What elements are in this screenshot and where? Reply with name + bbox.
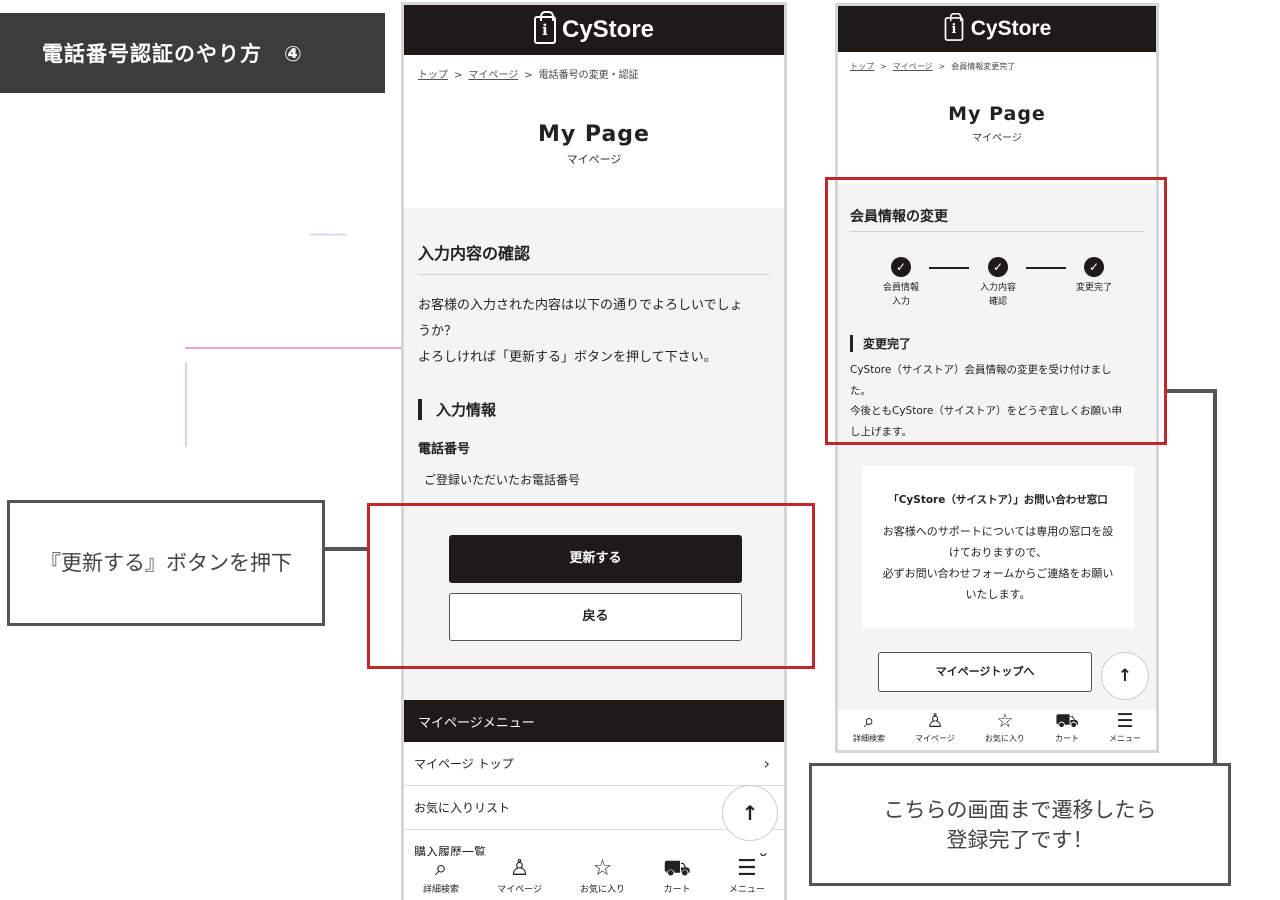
mypage-subheading: マイページ	[972, 133, 1022, 144]
tab-favorites[interactable]: ☆ お気に入り	[580, 856, 625, 900]
cart-icon: ⛟	[663, 856, 691, 881]
confirm-message: お客様の入力された内容は以下の通りでよろしいでしょ うか？ よろしければ「更新す…	[404, 293, 784, 371]
contact-title: 「CyStore（サイストア）」お問い合わせ窓口	[888, 494, 1108, 506]
menu-icon: ☰	[737, 856, 757, 881]
breadcrumb-top[interactable]: トップ	[418, 70, 448, 81]
callout-press-update: 『更新する』ボタンを押下	[7, 500, 325, 626]
background-ghost-text: ━━━━━━	[310, 230, 347, 241]
mypage-menu-header: マイページメニュー	[404, 700, 784, 742]
menu-item-label: マイページ トップ	[414, 757, 514, 771]
menu-item-label: お気に入りリスト	[414, 801, 511, 815]
user-icon: ♙	[926, 710, 944, 732]
contact-line: 必ずお問い合わせフォームからご連絡をお願い	[882, 567, 1114, 580]
breadcrumb-mypage[interactable]: マイページ	[893, 62, 933, 71]
tab-favorites[interactable]: ☆ お気に入り	[985, 710, 1025, 750]
search-icon: ⌕	[434, 856, 448, 881]
tab-label: 詳細検索	[423, 885, 460, 895]
store-bag-icon	[533, 11, 556, 44]
message-line: よろしければ「更新する」ボタンを押して下さい。	[418, 350, 717, 365]
scroll-to-top-button[interactable]: ↑	[722, 785, 778, 841]
brand-logo[interactable]: CyStore	[971, 17, 1052, 41]
tab-label: マイページ	[915, 734, 955, 743]
tab-label: マイページ	[497, 885, 542, 895]
chevron-right-icon: ›	[763, 754, 770, 773]
callout-registration-complete: こちらの画面まで遷移したら 登録完了です！	[809, 763, 1231, 886]
mypage-heading: My Page	[538, 122, 650, 147]
section-title: 入力内容の確認	[418, 244, 531, 263]
scroll-to-top-button[interactable]: ↑	[1101, 652, 1149, 700]
tab-label: 詳細検索	[853, 734, 886, 743]
callout-connector	[325, 547, 367, 551]
tab-mypage[interactable]: ♙ マイページ	[915, 710, 955, 750]
breadcrumb-current: 会員情報変更完了	[951, 62, 1016, 71]
menu-item-mypage-top[interactable]: マイページ トップ ›	[404, 742, 784, 786]
arrow-up-icon: ↑	[1117, 666, 1133, 686]
mypage-heading: My Page	[948, 103, 1046, 125]
page-title-banner: 電話番号認証のやり方 ④	[0, 13, 385, 93]
tab-menu[interactable]: ☰ メニュー	[729, 856, 765, 900]
phone-label: 電話番号	[418, 442, 471, 457]
bottom-tab-bar: ⌕ 詳細検索 ♙ マイページ ☆ お気に入り ⛟ カート ☰ メニュー	[404, 856, 784, 900]
tab-search[interactable]: ⌕ 詳細検索	[423, 856, 459, 900]
callout-text: 『更新する』ボタンを押下	[40, 551, 292, 575]
contact-line: けておりますので、	[948, 546, 1048, 559]
tab-cart[interactable]: ⛟ カート	[1055, 710, 1079, 750]
page-title: 電話番号認証のやり方 ④	[42, 42, 303, 66]
search-icon: ⌕	[863, 710, 875, 732]
callout-connector	[1213, 389, 1217, 765]
contact-line: いたします。	[965, 588, 1031, 601]
brand-logo[interactable]: CyStore	[562, 16, 654, 44]
tab-label: お気に入り	[580, 885, 626, 895]
contact-line: お客様へのサポートについては専用の窓口を設	[882, 525, 1114, 538]
star-icon: ☆	[996, 710, 1014, 732]
tab-label: メニュー	[728, 885, 765, 895]
store-bag-icon	[944, 12, 964, 41]
bottom-tab-bar: ⌕ 詳細検索 ♙ マイページ ☆ お気に入り ⛟ カート ☰ メニュー	[838, 710, 1156, 750]
message-line: お客様の入力された内容は以下の通りでよろしいでしょ	[418, 298, 743, 313]
user-icon: ♙	[509, 856, 530, 881]
tab-label: カート	[663, 885, 691, 895]
breadcrumb-top[interactable]: トップ	[850, 62, 874, 71]
mypage-subheading: マイページ	[566, 153, 622, 166]
menu-icon: ☰	[1116, 710, 1134, 732]
breadcrumb: トップ > マイページ > 電話番号の変更・認証	[418, 70, 639, 81]
phone-screen-confirm: CyStore トップ>マイページ>電話番号の変更・認証 My Page マイペ…	[401, 2, 787, 900]
tab-label: メニュー	[1108, 734, 1141, 743]
breadcrumb-current: 電話番号の変更・認証	[538, 70, 639, 81]
breadcrumb: トップ > マイページ > 会員情報変更完了	[850, 62, 1016, 71]
tab-label: カート	[1054, 734, 1079, 743]
ghost-divider	[185, 362, 187, 447]
phone-value: ご登録いただいたお電話番号	[424, 473, 581, 487]
star-icon: ☆	[592, 856, 613, 881]
tab-menu[interactable]: ☰ メニュー	[1109, 710, 1141, 750]
contact-box: 「CyStore（サイストア）」お問い合わせ窓口 お客様へのサポートについては専…	[862, 466, 1134, 629]
tab-cart[interactable]: ⛟ カート	[663, 856, 691, 900]
cart-icon: ⛟	[1055, 710, 1079, 732]
callout-connector	[1167, 389, 1217, 393]
tab-mypage[interactable]: ♙ マイページ	[497, 856, 542, 900]
divider	[418, 274, 770, 275]
tab-search[interactable]: ⌕ 詳細検索	[853, 710, 885, 750]
highlight-frame-complete	[825, 177, 1167, 445]
message-line: うか？	[418, 324, 458, 339]
mypage-top-button[interactable]: マイページトップへ	[878, 652, 1092, 692]
arrow-up-icon: ↑	[741, 801, 759, 825]
input-info-heading: 入力情報	[418, 399, 784, 420]
callout-text: 登録完了です！	[946, 827, 1094, 852]
tab-label: お気に入り	[984, 734, 1025, 743]
highlight-frame-buttons	[367, 503, 815, 669]
breadcrumb-mypage[interactable]: マイページ	[468, 70, 518, 81]
site-header: CyStore	[838, 6, 1156, 52]
site-header: CyStore	[404, 5, 784, 55]
callout-text: こちらの画面まで遷移したら	[883, 797, 1157, 822]
